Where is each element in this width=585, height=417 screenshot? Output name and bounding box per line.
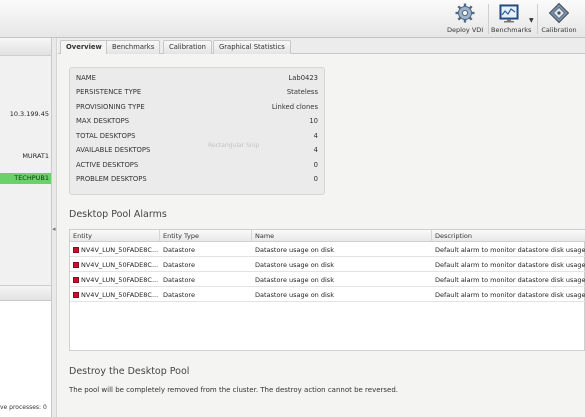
table-row[interactable]: NV4V_LUN_50FADE8C... Datastore Datastore… <box>70 273 585 287</box>
panel-splitter[interactable]: ◂ <box>52 38 57 417</box>
calibration-button[interactable]: Calibration <box>540 2 578 36</box>
property-row: PROBLEM DESKTOPS 0 <box>76 175 318 183</box>
property-row: PERSISTENCE TYPE Stateless <box>76 88 318 96</box>
table-row[interactable]: NV4V_LUN_50FADE8C... Datastore Datastore… <box>70 288 585 302</box>
table-row[interactable]: NV4V_LUN_50FADE8C... Datastore Datastore… <box>70 243 585 257</box>
calibration-label: Calibration <box>541 26 577 34</box>
alarm-description: Default alarm to monitor datastore disk … <box>435 276 585 284</box>
alarm-description: Default alarm to monitor datastore disk … <box>435 261 585 269</box>
alarm-entity-type: Datastore <box>163 246 195 254</box>
inventory-panel: 10.3.199.45 MURAT1 TECHPUB1 ve processes… <box>0 38 52 417</box>
alarms-table: Entity Entity Type Name Description NV4V… <box>69 229 585 351</box>
tree-item-murat1[interactable]: MURAT1 <box>22 152 49 160</box>
tasks-panel: ve processes: 0 <box>0 300 51 417</box>
column-header-entity[interactable]: Entity <box>70 230 160 242</box>
alarm-description: Default alarm to monitor datastore disk … <box>435 291 585 299</box>
benchmark-chart-icon <box>499 4 519 23</box>
column-header-description[interactable]: Description <box>432 230 585 242</box>
gear-icon <box>455 3 475 23</box>
alarm-red-icon <box>73 292 79 298</box>
alarm-red-icon <box>73 262 79 268</box>
alarm-name: Datastore usage on disk <box>255 291 334 299</box>
alarm-entity-type: Datastore <box>163 276 195 284</box>
ghost-overlay-text: Rectangular Snip <box>208 142 260 149</box>
overview-content: NAME Lab0423 PERSISTENCE TYPE Stateless PR… <box>58 54 585 417</box>
chevron-down-icon[interactable]: ▼ <box>529 17 534 24</box>
tab-calibration[interactable]: Calibration <box>163 40 212 54</box>
alarms-table-header: Entity Entity Type Name Description <box>70 230 585 242</box>
alarm-red-icon <box>73 277 79 283</box>
alarm-name: Datastore usage on disk <box>255 246 334 254</box>
column-header-name[interactable]: Name <box>252 230 432 242</box>
destroy-description: The pool will be completely removed from… <box>69 386 399 394</box>
toolbar: Deploy VDI Benchmarks ▼ Calibration <box>0 0 585 38</box>
active-processes-status: ve processes: 0 <box>0 404 47 411</box>
tree-item-techpub1[interactable]: TECHPUB1 <box>0 173 51 184</box>
alarm-name: Datastore usage on disk <box>255 276 334 284</box>
collapse-left-icon[interactable]: ◂ <box>52 225 56 233</box>
inventory-panel-header <box>0 38 51 56</box>
tab-bar: Overview Benchmarks Calibration Graphica… <box>58 38 585 55</box>
tab-benchmarks[interactable]: Benchmarks <box>106 40 161 54</box>
benchmarks-button[interactable]: Benchmarks <box>491 2 532 36</box>
alarm-entity: NV4V_LUN_50FADE8C... <box>81 246 159 254</box>
tab-graphical-statistics[interactable]: Graphical Statistics <box>213 40 291 54</box>
toolbar-divider <box>488 4 489 34</box>
benchmarks-label: Benchmarks <box>491 26 532 34</box>
alarm-name: Datastore usage on disk <box>255 261 334 269</box>
table-row[interactable]: NV4V_LUN_50FADE8C... Datastore Datastore… <box>70 258 585 272</box>
property-row: PROVISIONING TYPE Linked clones <box>76 103 318 111</box>
alarm-description: Default alarm to monitor datastore disk … <box>435 246 585 254</box>
alarm-entity-type: Datastore <box>163 291 195 299</box>
deploy-vdi-label: Deploy VDI <box>447 26 484 34</box>
destroy-section-title: Destroy the Desktop Pool <box>69 366 190 377</box>
alarm-entity: NV4V_LUN_50FADE8C... <box>81 276 159 284</box>
property-row: NAME Lab0423 <box>76 74 318 82</box>
column-header-entity-type[interactable]: Entity Type <box>160 230 252 242</box>
toolbar-divider <box>537 4 538 34</box>
alarms-section-title: Desktop Pool Alarms <box>69 209 167 220</box>
property-row: ACTIVE DESKTOPS 0 <box>76 161 318 169</box>
alarm-entity: NV4V_LUN_50FADE8C... <box>81 261 159 269</box>
deploy-vdi-button[interactable]: Deploy VDI <box>447 2 483 36</box>
property-row: MAX DESKTOPS 10 <box>76 117 318 125</box>
property-row: TOTAL DESKTOPS 4 <box>76 132 318 140</box>
alarm-entity: NV4V_LUN_50FADE8C... <box>81 291 159 299</box>
calibration-icon <box>548 2 570 24</box>
panel-divider-bar <box>0 285 51 300</box>
property-row: AVAILABLE DESKTOPS 4 <box>76 146 318 154</box>
alarm-entity-type: Datastore <box>163 261 195 269</box>
tab-overview[interactable]: Overview <box>60 40 108 55</box>
alarm-red-icon <box>73 247 79 253</box>
pool-properties-box: NAME Lab0423 PERSISTENCE TYPE Stateless PR… <box>69 67 325 195</box>
tree-item-host[interactable]: 10.3.199.45 <box>10 110 49 118</box>
